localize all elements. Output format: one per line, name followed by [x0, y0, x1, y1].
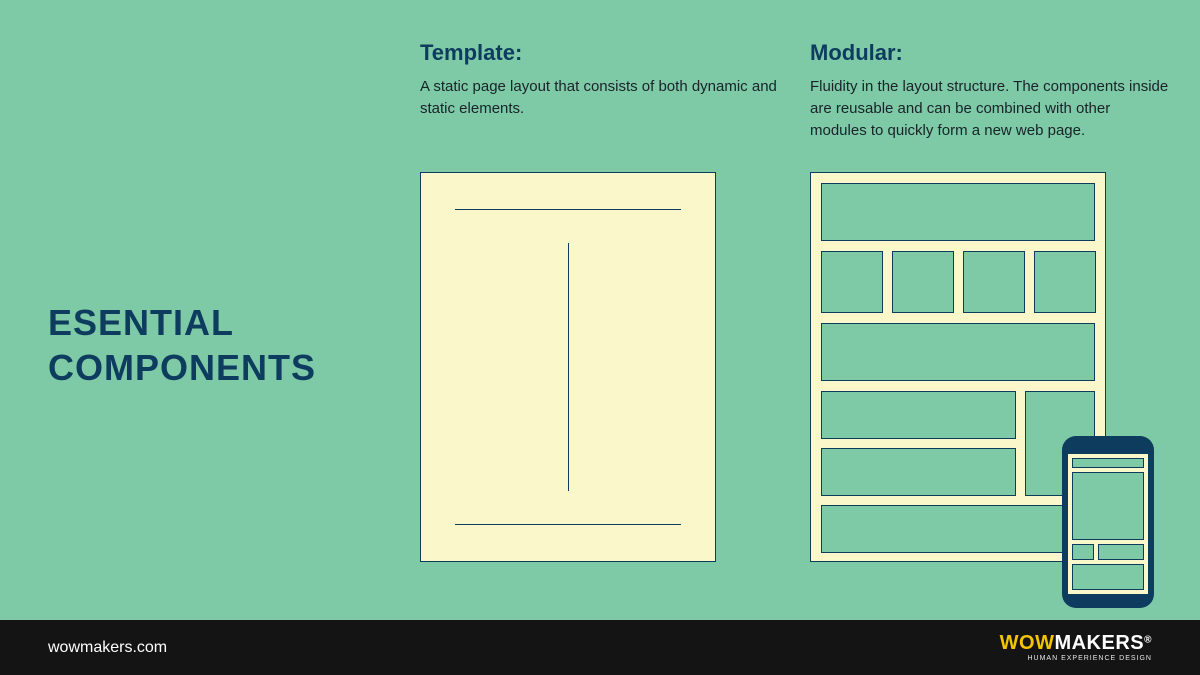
modular-description: Fluidity in the layout structure. The co…	[810, 76, 1170, 141]
phone-icon	[1062, 436, 1154, 608]
footer-url: wowmakers.com	[48, 639, 167, 657]
title-line-1: ESENTIAL	[48, 300, 316, 345]
template-header-line	[455, 209, 681, 210]
phone-block	[1072, 458, 1144, 468]
brand-makers: MAKERS	[1054, 632, 1144, 654]
title-line-2: COMPONENTS	[48, 345, 316, 390]
phone-block	[1098, 544, 1144, 560]
brand-tagline: HUMAN EXPERIENCE DESIGN	[1000, 655, 1152, 662]
modular-block	[821, 251, 883, 313]
modular-block	[1034, 251, 1096, 313]
template-column: Template: A static page layout that cons…	[420, 40, 780, 120]
modular-block	[963, 251, 1025, 313]
slide-root: ESENTIAL COMPONENTS Template: A static p…	[0, 0, 1200, 675]
modular-block	[892, 251, 954, 313]
template-divider-line	[568, 243, 569, 491]
modular-column: Modular: Fluidity in the layout structur…	[810, 40, 1170, 141]
modular-block	[821, 323, 1095, 381]
phone-screen	[1068, 454, 1148, 594]
brand-registered-icon: ®	[1144, 635, 1152, 646]
phone-block	[1072, 564, 1144, 590]
page-title: ESENTIAL COMPONENTS	[48, 300, 316, 390]
modular-block	[821, 183, 1095, 241]
phone-block	[1072, 472, 1144, 540]
modular-block	[821, 391, 1016, 439]
phone-block	[1072, 544, 1094, 560]
footer-bar: wowmakers.com WOWMAKERS® HUMAN EXPERIENC…	[0, 620, 1200, 675]
modular-block	[821, 505, 1095, 553]
template-footer-line	[455, 524, 681, 525]
modular-heading: Modular:	[810, 40, 1170, 66]
template-description: A static page layout that consists of bo…	[420, 76, 780, 120]
brand-wow: WOW	[1000, 632, 1055, 654]
brand-logo-text: WOWMAKERS®	[1000, 633, 1152, 653]
modular-block	[821, 448, 1016, 496]
template-diagram	[420, 172, 716, 562]
template-heading: Template:	[420, 40, 780, 66]
footer-brand: WOWMAKERS® HUMAN EXPERIENCE DESIGN	[1000, 633, 1152, 662]
